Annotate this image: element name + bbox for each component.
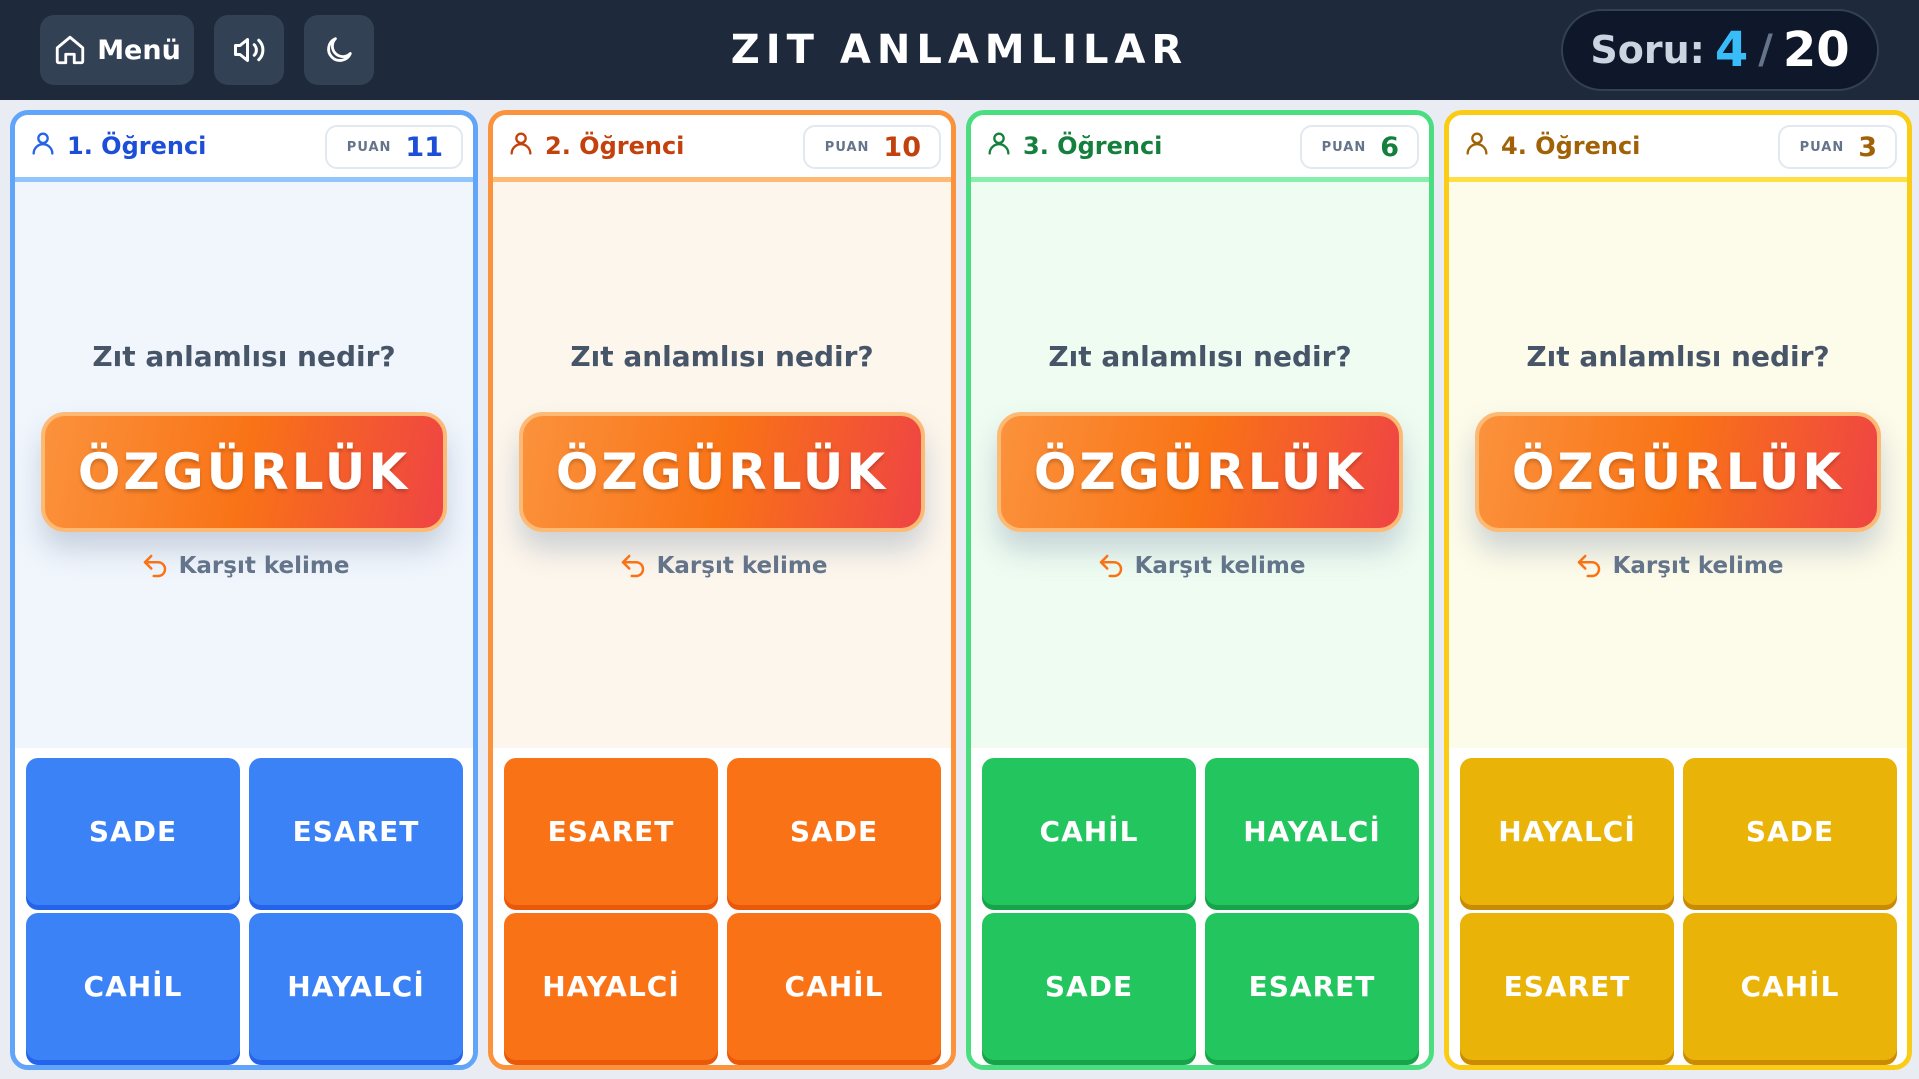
user-icon: [985, 129, 1013, 163]
score-value: 11: [405, 131, 443, 163]
score-badge: PUAN 6: [1299, 125, 1419, 169]
player-name: 4. Öğrenci: [1501, 132, 1641, 160]
answer-button[interactable]: ESARET: [504, 758, 718, 905]
answer-button[interactable]: HAYALCİ: [249, 913, 463, 1060]
hint-text: Karşıt kelime: [1612, 553, 1784, 579]
question-text: Zıt anlamlısı nedir?: [1048, 340, 1352, 373]
counter-separator: /: [1758, 27, 1773, 73]
target-word: ÖZGÜRLÜK: [997, 412, 1403, 532]
hint-row: Karşıt kelime: [493, 551, 951, 581]
answer-grid: HAYALCİ SADE ESARET CAHİL: [1449, 748, 1907, 1065]
sound-button[interactable]: [214, 15, 284, 85]
reply-arrow-icon: [617, 551, 649, 581]
player-header: 3. Öğrenci PUAN 6: [971, 115, 1429, 182]
question-text: Zıt anlamlısı nedir?: [570, 340, 874, 373]
answer-button[interactable]: CAHİL: [727, 913, 941, 1060]
score-label: PUAN: [824, 139, 870, 155]
counter-label: Soru:: [1590, 28, 1705, 72]
question-text: Zıt anlamlısı nedir?: [92, 340, 396, 373]
score-label: PUAN: [1799, 139, 1845, 155]
answer-grid: SADE ESARET CAHİL HAYALCİ: [15, 748, 473, 1065]
counter-current: 4: [1714, 22, 1749, 78]
answer-button[interactable]: HAYALCİ: [1205, 758, 1419, 905]
hint-text: Karşıt kelime: [1134, 553, 1306, 579]
answer-button[interactable]: HAYALCİ: [504, 913, 718, 1060]
reply-arrow-icon: [139, 551, 171, 581]
target-word: ÖZGÜRLÜK: [41, 412, 447, 532]
player-name: 1. Öğrenci: [67, 132, 207, 160]
score-value: 6: [1380, 131, 1399, 163]
home-icon: [53, 33, 87, 67]
menu-label: Menü: [97, 34, 181, 66]
score-value: 3: [1858, 131, 1877, 163]
user-icon: [29, 129, 57, 163]
player-panel-2: 2. Öğrenci PUAN 10 Zıt anlamlısı nedir? …: [488, 110, 956, 1070]
answer-button[interactable]: ESARET: [1460, 913, 1674, 1060]
answer-button[interactable]: HAYALCİ: [1460, 758, 1674, 905]
top-bar: Menü ZIT ANLAMLILAR Soru: 4 / 20: [0, 0, 1919, 100]
moon-icon: [322, 33, 356, 67]
answer-button[interactable]: SADE: [727, 758, 941, 905]
score-label: PUAN: [1321, 139, 1367, 155]
hint-text: Karşıt kelime: [656, 553, 828, 579]
player-header: 4. Öğrenci PUAN 3: [1449, 115, 1907, 182]
question-text: Zıt anlamlısı nedir?: [1526, 340, 1830, 373]
answer-button[interactable]: CAHİL: [982, 758, 1196, 905]
hint-row: Karşıt kelime: [971, 551, 1429, 581]
answer-grid: CAHİL HAYALCİ SADE ESARET: [971, 748, 1429, 1065]
menu-button[interactable]: Menü: [40, 15, 194, 85]
player-name: 3. Öğrenci: [1023, 132, 1163, 160]
target-word: ÖZGÜRLÜK: [519, 412, 925, 532]
answer-button[interactable]: SADE: [1683, 758, 1897, 905]
player-name: 2. Öğrenci: [545, 132, 685, 160]
player-header: 2. Öğrenci PUAN 10: [493, 115, 951, 182]
counter-total: 20: [1782, 22, 1850, 78]
answer-button[interactable]: CAHİL: [1683, 913, 1897, 1060]
answer-button[interactable]: ESARET: [249, 758, 463, 905]
score-badge: PUAN 3: [1777, 125, 1897, 169]
reply-arrow-icon: [1573, 551, 1605, 581]
target-word: ÖZGÜRLÜK: [1475, 412, 1881, 532]
player-header: 1. Öğrenci PUAN 11: [15, 115, 473, 182]
hint-row: Karşıt kelime: [1449, 551, 1907, 581]
hint-row: Karşıt kelime: [15, 551, 473, 581]
answer-button[interactable]: CAHİL: [26, 913, 240, 1060]
user-icon: [507, 129, 535, 163]
reply-arrow-icon: [1095, 551, 1127, 581]
score-badge: PUAN 10: [802, 125, 941, 169]
answer-grid: ESARET SADE HAYALCİ CAHİL: [493, 748, 951, 1065]
theme-toggle-button[interactable]: [304, 15, 374, 85]
player-panel-4: 4. Öğrenci PUAN 3 Zıt anlamlısı nedir? Ö…: [1444, 110, 1912, 1070]
answer-button[interactable]: ESARET: [1205, 913, 1419, 1060]
hint-text: Karşıt kelime: [178, 553, 350, 579]
answer-button[interactable]: SADE: [26, 758, 240, 905]
speaker-icon: [231, 32, 267, 68]
answer-button[interactable]: SADE: [982, 913, 1196, 1060]
score-label: PUAN: [346, 139, 392, 155]
score-value: 10: [883, 131, 921, 163]
score-badge: PUAN 11: [324, 125, 463, 169]
user-icon: [1463, 129, 1491, 163]
player-panel-1: 1. Öğrenci PUAN 11 Zıt anlamlısı nedir? …: [10, 110, 478, 1070]
question-counter: Soru: 4 / 20: [1561, 9, 1879, 91]
player-panel-3: 3. Öğrenci PUAN 6 Zıt anlamlısı nedir? Ö…: [966, 110, 1434, 1070]
